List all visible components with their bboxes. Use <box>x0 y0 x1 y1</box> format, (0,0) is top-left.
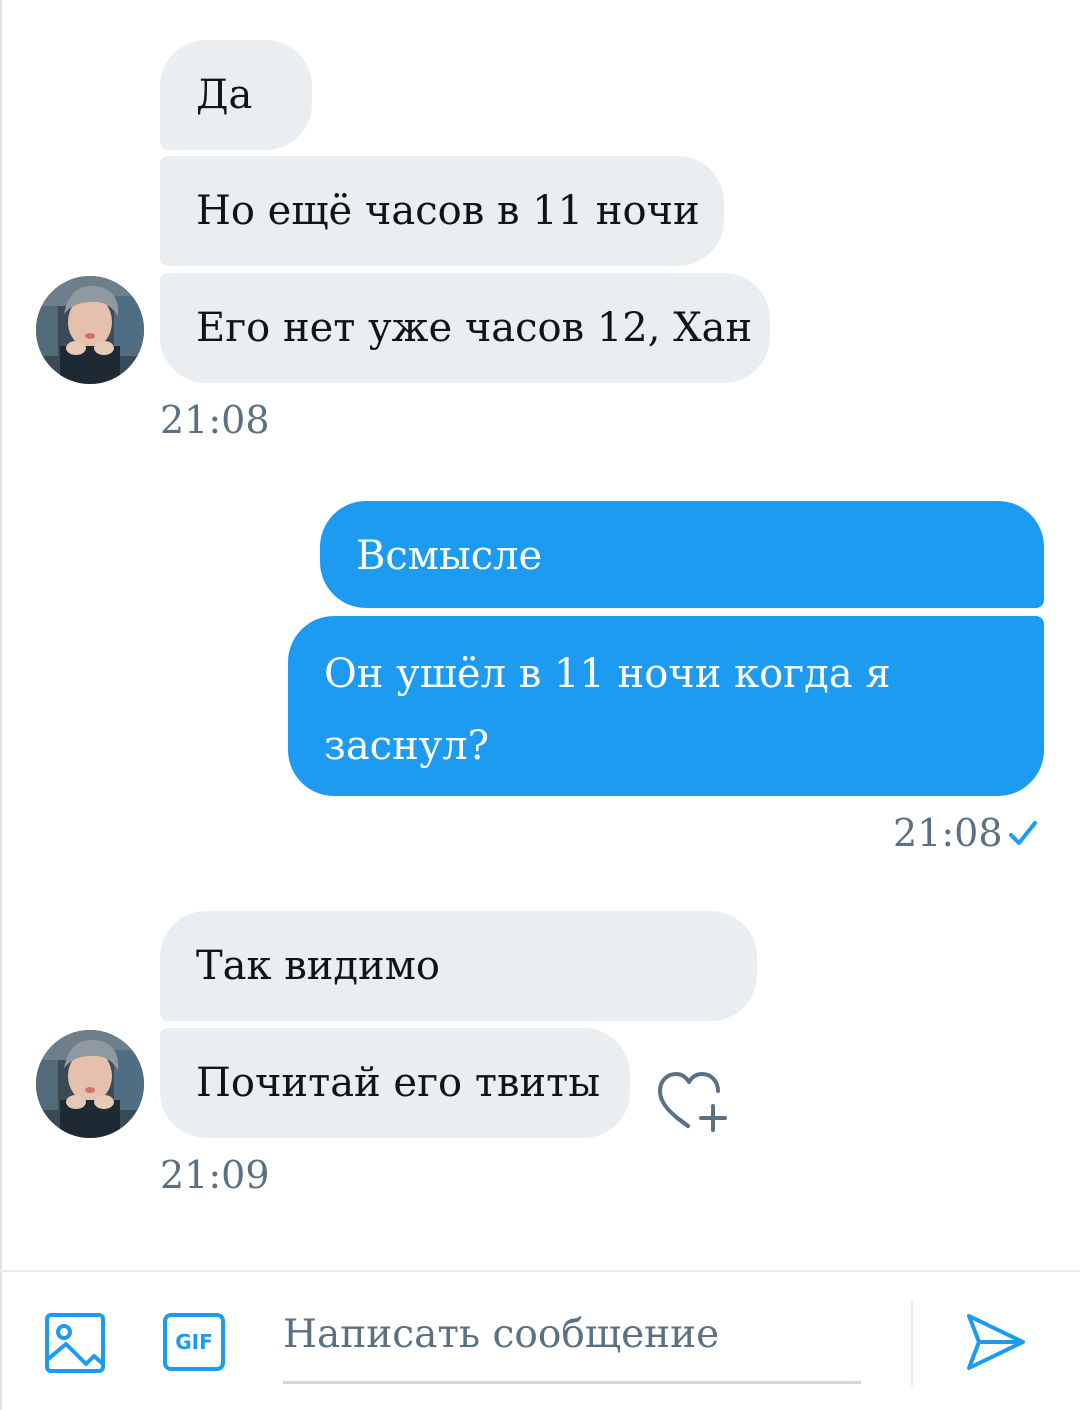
message-bubble-outgoing[interactable]: Всмысле <box>320 501 1044 608</box>
avatar[interactable] <box>36 276 144 384</box>
gif-icon[interactable]: GIF <box>163 1313 225 1371</box>
message-bubble-incoming[interactable]: Да <box>160 40 312 150</box>
message-line: Он ушёл в 11 ночи когда я <box>324 651 891 697</box>
read-check-icon <box>1009 821 1037 845</box>
message-input-wrapper <box>283 1300 861 1384</box>
message-bubble-outgoing[interactable]: Он ушёл в 11 ночи когда я заснул? <box>288 616 1044 796</box>
message-bubble-incoming[interactable]: Так видимо <box>160 911 757 1021</box>
composer-separator <box>911 1300 913 1386</box>
message-bubble-incoming[interactable]: Его нет уже часов 12, Хан <box>160 273 770 383</box>
avatar[interactable] <box>36 1030 144 1138</box>
message-bubble-incoming[interactable]: Но ещё часов в 11 ночи <box>160 156 724 266</box>
message-bubble-incoming[interactable]: Почитай его твиты <box>160 1028 630 1138</box>
message-timestamp: 21:08 <box>893 811 1003 855</box>
message-timestamp: 21:09 <box>160 1153 270 1197</box>
message-line: заснул? <box>324 723 490 769</box>
gif-label: GIF <box>175 1330 213 1354</box>
left-border <box>0 0 2 1410</box>
image-icon[interactable] <box>44 1312 106 1374</box>
message-timestamp: 21:08 <box>160 398 270 442</box>
add-reaction-heart-icon[interactable] <box>654 1068 730 1134</box>
composer-divider <box>0 1270 1080 1272</box>
message-input[interactable] <box>283 1300 861 1368</box>
send-icon[interactable] <box>963 1310 1029 1374</box>
